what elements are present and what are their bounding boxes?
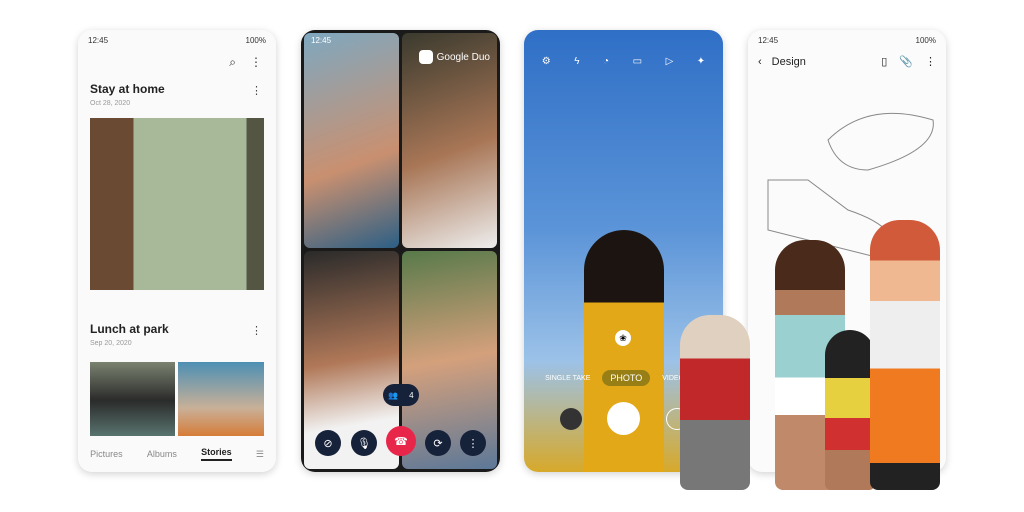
- mode-single-take[interactable]: SINGLE TAKE: [545, 375, 590, 382]
- bottom-nav: Pictures Albums Stories ☰: [78, 436, 276, 472]
- status-bar: 12:45: [301, 30, 341, 51]
- attach-icon[interactable]: 📎: [899, 55, 913, 68]
- duo-logo: Google Duo: [418, 50, 490, 64]
- timer-off-icon[interactable]: ◔: [603, 56, 609, 67]
- gallery-phone: 12:45 100% ⌕ ⋮ Stay at home Oct 28, 2020…: [78, 30, 276, 472]
- tab-pictures[interactable]: Pictures: [90, 449, 123, 459]
- status-time: 12:45: [758, 36, 779, 45]
- avatar: [680, 315, 750, 490]
- motion-photo-icon[interactable]: ▷: [666, 56, 674, 67]
- avatar: [825, 330, 875, 490]
- story-card[interactable]: Lunch at park Sep 20, 2020 ⋮: [78, 322, 276, 351]
- video-tile: [402, 33, 497, 248]
- note-title: Design: [771, 55, 806, 68]
- gallery-thumbnail[interactable]: [560, 408, 582, 430]
- book-icon[interactable]: ▯: [881, 55, 887, 68]
- video-tile: [304, 33, 399, 248]
- more-vert-icon[interactable]: ⋮: [925, 55, 936, 68]
- status-time: 12:45: [311, 36, 332, 45]
- status-battery: 100%: [245, 36, 266, 45]
- story-title: Stay at home: [90, 82, 165, 96]
- more-vert-icon[interactable]: ⋮: [251, 324, 262, 337]
- story-photo[interactable]: [178, 362, 264, 439]
- more-vert-icon[interactable]: ⋮: [251, 84, 262, 97]
- story-date: Oct 28, 2020: [90, 100, 131, 107]
- duo-phone: 12:45 Google Duo 👥 4 ⊘ 🎙 ☎ ⟳ ⋮: [301, 30, 500, 472]
- aspect-ratio-icon[interactable]: ▭: [633, 56, 642, 67]
- zoom-icon[interactable]: ❀: [615, 330, 631, 346]
- filters-icon[interactable]: ✦: [697, 56, 705, 67]
- camera-off-icon[interactable]: ⊘: [315, 430, 341, 456]
- flash-off-icon[interactable]: ϟ: [574, 56, 579, 67]
- tab-stories[interactable]: Stories: [201, 447, 232, 461]
- back-icon[interactable]: ‹: [758, 56, 762, 68]
- brand-name: Google Duo: [436, 51, 490, 63]
- more-vert-icon[interactable]: ⋮: [250, 55, 262, 70]
- duo-camera-icon: [418, 50, 433, 64]
- status-time: 12:45: [88, 36, 109, 45]
- end-call-button[interactable]: ☎: [386, 426, 416, 456]
- search-icon[interactable]: ⌕: [229, 55, 236, 70]
- mic-off-icon[interactable]: 🎙: [351, 430, 377, 456]
- mode-photo[interactable]: PHOTO: [602, 370, 651, 386]
- story-photo[interactable]: [90, 118, 264, 290]
- people-icon: 👥: [388, 390, 399, 400]
- status-bar: 12:45 100%: [78, 30, 276, 51]
- subject-photo: [584, 230, 664, 472]
- story-date: Sep 20, 2020: [90, 340, 132, 347]
- participants-button[interactable]: 👥 4: [383, 384, 419, 406]
- ar-emoji-avatars: [680, 220, 950, 500]
- menu-icon[interactable]: ☰: [256, 449, 264, 460]
- story-photo[interactable]: [90, 362, 175, 439]
- camera-toolbar: ⚙ ϟ ◔ ▭ ▷ ✦: [524, 30, 723, 67]
- settings-icon[interactable]: ⚙: [542, 56, 551, 67]
- status-battery: 100%: [915, 36, 936, 45]
- participants-count: 4: [409, 390, 414, 400]
- status-bar: 12:45 100%: [748, 30, 946, 51]
- tab-albums[interactable]: Albums: [147, 449, 177, 459]
- story-title: Lunch at park: [90, 322, 169, 336]
- story-card[interactable]: Stay at home Oct 28, 2020 ⋮: [78, 82, 276, 111]
- switch-camera-icon[interactable]: ⟳: [425, 430, 451, 456]
- shutter-button[interactable]: [607, 402, 640, 435]
- avatar: [870, 220, 940, 490]
- more-vert-icon[interactable]: ⋮: [460, 430, 486, 456]
